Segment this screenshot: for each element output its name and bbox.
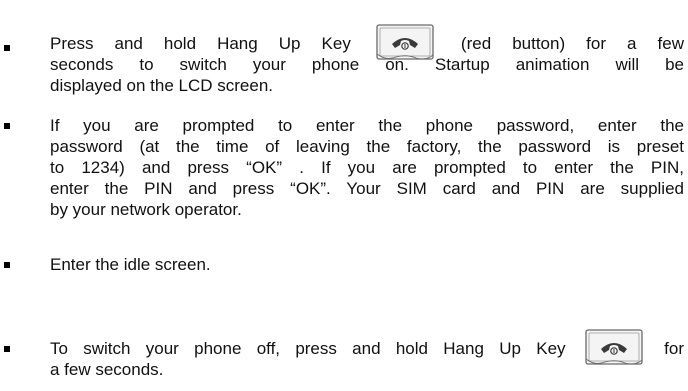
list-item-text: Press and hold Hang Up Key (red button) … bbox=[50, 23, 684, 96]
list-item-text: If you are prompted to enter the phone p… bbox=[50, 116, 684, 219]
list-item-text: To switch your phone off, press and hold… bbox=[50, 328, 684, 380]
hang-up-key-icon bbox=[376, 23, 436, 62]
bullet-icon bbox=[4, 262, 10, 268]
bullet-icon bbox=[4, 123, 10, 129]
list-item-text: Enter the idle screen. bbox=[50, 255, 211, 274]
bullet-icon bbox=[4, 346, 10, 352]
hang-up-key-icon bbox=[585, 328, 645, 367]
bullet-icon bbox=[4, 45, 10, 51]
